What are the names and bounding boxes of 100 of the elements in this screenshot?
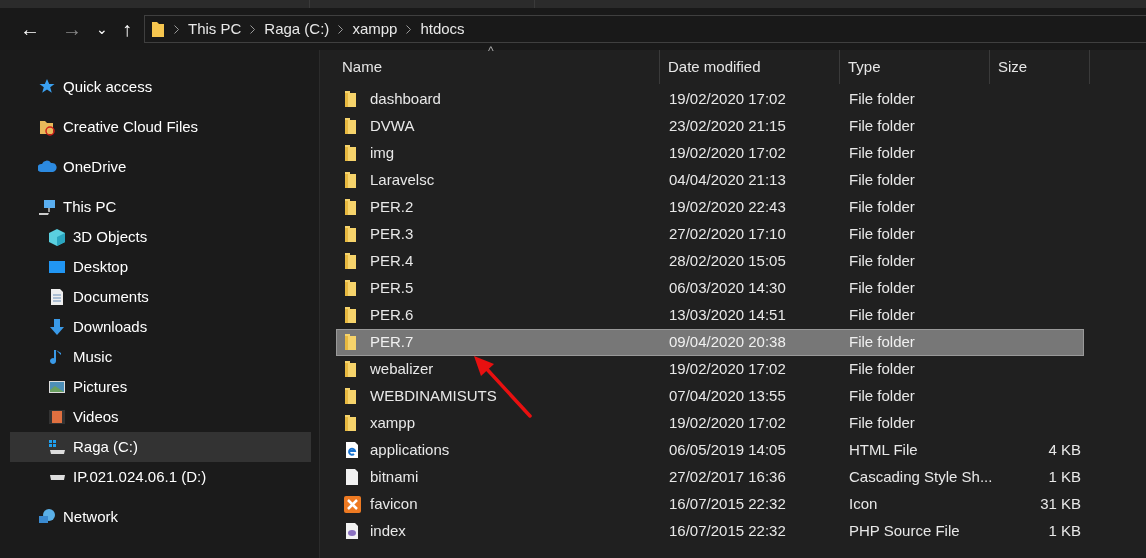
file-row[interactable]: PER.6 13/03/2020 14:51 File folder <box>336 302 1084 329</box>
sidebar-item[interactable]: Creative Cloud Files <box>10 112 311 142</box>
file-row[interactable]: DVWA 23/02/2020 21:15 File folder <box>336 113 1084 140</box>
address-bar[interactable]: This PC Raga (C:) xampp htdocs <box>144 15 1146 43</box>
file-type: File folder <box>848 197 916 218</box>
file-type: File folder <box>848 305 916 326</box>
computer-icon <box>38 197 57 217</box>
date-modified: 19/02/2020 22:43 <box>668 197 787 218</box>
file-type: Cascading Style Sh... <box>848 467 991 488</box>
sidebar-item[interactable]: Desktop <box>10 252 311 282</box>
recent-locations-button[interactable]: ⌄ <box>96 22 108 36</box>
cube-icon <box>48 227 67 247</box>
file-row[interactable]: PER.2 19/02/2020 22:43 File folder <box>336 194 1084 221</box>
file-type: File folder <box>848 386 916 407</box>
file-type: File folder <box>848 116 916 137</box>
column-header[interactable]: Date modified <box>660 50 840 84</box>
file-row[interactable]: WEBDINAMISUTS 07/04/2020 13:55 File folder <box>336 383 1084 410</box>
sidebar-item[interactable]: Downloads <box>10 312 311 342</box>
file-row[interactable]: bitnami 27/02/2017 16:36 Cascading Style Sh... 1 KB <box>336 464 1084 491</box>
column-header[interactable]: Name <box>320 50 660 84</box>
file-name: xampp <box>370 413 416 434</box>
file-name: bitnami <box>370 467 419 488</box>
date-modified: 13/03/2020 14:51 <box>668 305 787 326</box>
column-header[interactable]: Type <box>840 50 990 84</box>
column-header[interactable]: Size <box>990 50 1090 84</box>
file-row[interactable]: applications 06/05/2019 14:05 HTML File 4 KB <box>336 437 1084 464</box>
date-modified: 16/07/2015 22:32 <box>668 494 787 515</box>
breadcrumb-item[interactable]: Raga (C:) <box>264 17 330 41</box>
sidebar-item[interactable]: Documents <box>10 282 311 312</box>
date-modified: 04/04/2020 21:13 <box>668 170 787 191</box>
date-modified: 06/05/2019 14:05 <box>668 440 787 461</box>
file-name: PER.6 <box>370 305 414 326</box>
file-row[interactable]: xampp 19/02/2020 17:02 File folder <box>336 410 1084 437</box>
chevron-icon <box>250 24 256 34</box>
sidebar-item[interactable]: Quick access <box>10 72 311 102</box>
file-name: webalizer <box>370 359 434 380</box>
download-icon <box>48 317 67 337</box>
file-name: PER.2 <box>370 197 414 218</box>
file-name: PER.4 <box>370 251 414 272</box>
drive-icon <box>48 437 67 457</box>
date-modified: 28/02/2020 15:05 <box>668 251 787 272</box>
file-size: 1 KB <box>1047 467 1081 488</box>
file-name: PER.5 <box>370 278 414 299</box>
chevron-icon <box>406 24 412 34</box>
file-name: index <box>370 521 406 542</box>
file-type: File folder <box>848 413 916 434</box>
file-size: 31 KB <box>1039 494 1081 515</box>
file-row[interactable]: webalizer 19/02/2020 17:02 File folder <box>336 356 1084 383</box>
back-button[interactable]: ← <box>20 19 40 39</box>
file-name: DVWA <box>370 116 415 137</box>
file-type: File folder <box>848 278 916 299</box>
file-row[interactable]: img 19/02/2020 17:02 File folder <box>336 140 1084 167</box>
date-modified: 16/07/2015 22:32 <box>668 521 787 542</box>
sidebar-item[interactable]: Raga (C:) <box>10 432 311 462</box>
file-name: WEBDINAMISUTS <box>370 386 497 407</box>
sidebar-item[interactable]: Network <box>10 502 311 532</box>
file-size: 4 KB <box>1047 440 1081 461</box>
date-modified: 27/02/2017 16:36 <box>668 467 787 488</box>
date-modified: 19/02/2020 17:02 <box>668 143 787 164</box>
file-type: File folder <box>848 251 916 272</box>
file-type: File folder <box>848 170 916 191</box>
chevron-icon <box>174 24 179 34</box>
file-row[interactable]: PER.7 09/04/2020 20:38 File folder <box>336 329 1084 356</box>
file-type: File folder <box>848 224 916 245</box>
up-button[interactable]: ↑ <box>122 19 132 39</box>
sidebar-item[interactable]: 3D Objects <box>10 222 311 252</box>
sidebar-item[interactable]: OneDrive <box>10 152 311 182</box>
file-type: Icon <box>848 494 879 515</box>
file-row[interactable]: index 16/07/2015 22:32 PHP Source File 1 KB <box>336 518 1084 545</box>
file-name: applications <box>370 440 450 461</box>
sidebar-item[interactable]: Pictures <box>10 372 311 402</box>
file-row[interactable]: favicon 16/07/2015 22:32 Icon 31 KB <box>336 491 1084 518</box>
sidebar-item[interactable]: IP.021.024.06.1 (D:) <box>10 462 311 492</box>
file-name: PER.7 <box>370 332 414 353</box>
file-row[interactable]: PER.4 28/02/2020 15:05 File folder <box>336 248 1084 275</box>
date-modified: 19/02/2020 17:02 <box>668 359 787 380</box>
sidebar-item[interactable]: Music <box>10 342 311 372</box>
file-row[interactable]: dashboard 19/02/2020 17:02 File folder <box>336 86 1084 113</box>
breadcrumb-item[interactable]: htdocs <box>420 17 465 41</box>
sidebar-item[interactable]: Videos <box>10 402 311 432</box>
date-modified: 07/04/2020 13:55 <box>668 386 787 407</box>
file-type: HTML File <box>848 440 919 461</box>
file-name: dashboard <box>370 89 441 110</box>
file-name: PER.3 <box>370 224 414 245</box>
chevron-icon <box>338 24 344 34</box>
file-name: Laravelsc <box>370 170 435 191</box>
file-row[interactable]: Laravelsc 04/04/2020 21:13 File folder <box>336 167 1084 194</box>
sidebar-item[interactable]: This PC <box>10 192 311 222</box>
breadcrumb-item[interactable]: This PC <box>188 17 242 41</box>
date-modified: 06/03/2020 14:30 <box>668 278 787 299</box>
date-modified: 19/02/2020 17:02 <box>668 413 787 434</box>
date-modified: 19/02/2020 17:02 <box>668 89 787 110</box>
film-icon <box>48 407 67 427</box>
file-row[interactable]: PER.3 27/02/2020 17:10 File folder <box>336 221 1084 248</box>
file-type: File folder <box>848 359 916 380</box>
breadcrumb-item[interactable]: xampp <box>352 17 398 41</box>
forward-button[interactable]: → <box>62 19 82 39</box>
file-row[interactable]: PER.5 06/03/2020 14:30 File folder <box>336 275 1084 302</box>
file-type: File folder <box>848 332 916 353</box>
date-modified: 27/02/2020 17:10 <box>668 224 787 245</box>
